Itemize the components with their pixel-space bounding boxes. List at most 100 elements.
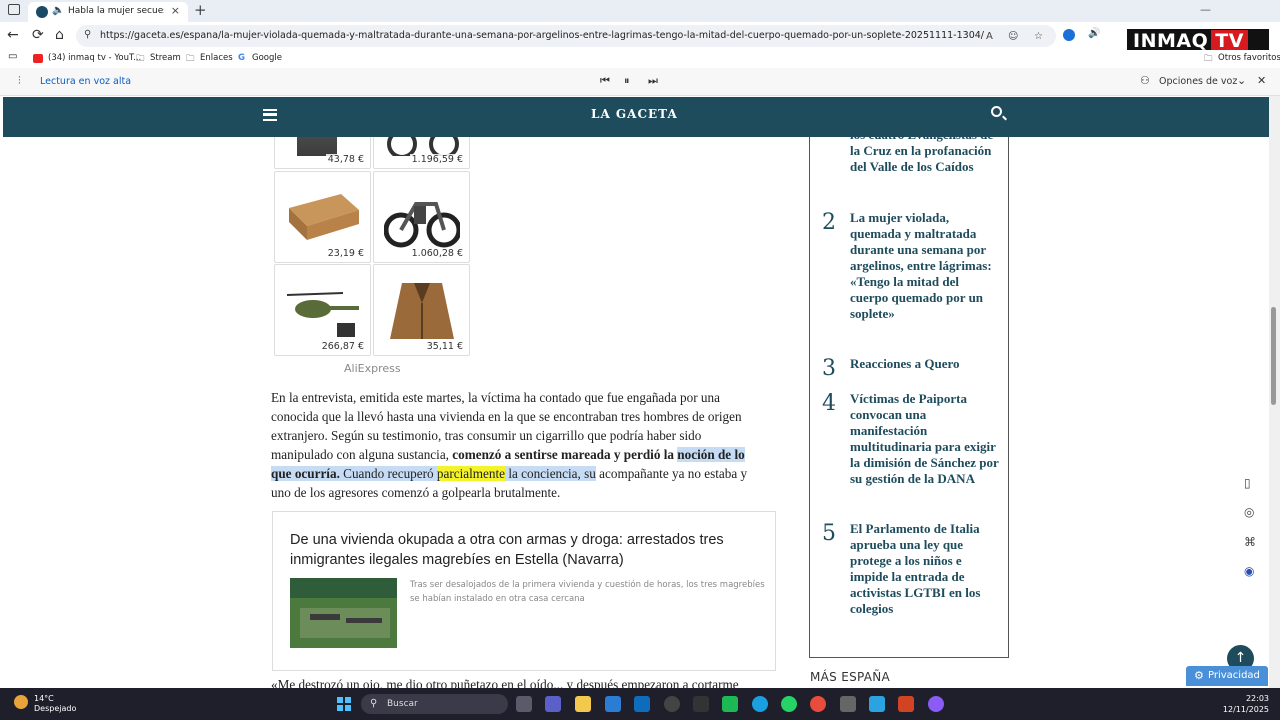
address-bar[interactable]: ⚲ https://gaceta.es/espana/la-mujer-viol… xyxy=(76,25,1056,47)
browser-tab[interactable]: 🔈 Habla la mujer secuestrada, × xyxy=(28,2,188,22)
edge-icon[interactable] xyxy=(752,696,768,712)
whatsapp-icon[interactable] xyxy=(781,696,797,712)
tab-actions-icon[interactable] xyxy=(8,4,20,15)
related-article-title[interactable]: De una vivienda okupada a otra con armas… xyxy=(290,530,760,570)
read-aloud-icon: ⫶ xyxy=(18,74,21,87)
other-favorites[interactable]: Otros favoritos xyxy=(1218,53,1280,63)
file-explorer-icon[interactable] xyxy=(575,696,591,712)
read-aloud-icon[interactable]: A xyxy=(986,31,993,42)
new-tab-button[interactable]: + xyxy=(194,1,207,19)
taskbar: 14°C Despejado ⚲ Buscar 22:03 12/11/2025 xyxy=(0,688,1280,720)
bookmark-enlaces[interactable]: Enlaces xyxy=(200,53,233,63)
bookmark-youtube[interactable]: (34) inmaq tv - YouT... xyxy=(48,53,141,63)
previous-icon[interactable]: ⏮ xyxy=(600,74,610,88)
paragraph-highlight: Cuando recuperó xyxy=(339,465,437,481)
bookmark-stream[interactable]: Stream xyxy=(150,53,181,63)
folder-icon: 🗀 xyxy=(186,54,195,64)
paragraph-bold: comenzó a sentirse mareada y perdió la xyxy=(452,446,674,462)
copilot-icon[interactable]: ◎ xyxy=(1244,505,1254,519)
google-icon: G xyxy=(238,53,245,63)
chrome-icon[interactable] xyxy=(810,696,826,712)
telegram-icon[interactable] xyxy=(869,696,885,712)
speaker-icon[interactable]: 🔊 xyxy=(1088,28,1100,39)
task-view-icon[interactable] xyxy=(516,696,532,712)
tab-strip: 🔈 Habla la mujer secuestrada, × + — xyxy=(0,0,1280,22)
product-card[interactable]: 1.196,59 € xyxy=(373,137,470,169)
app-icon[interactable] xyxy=(664,696,680,712)
chevron-down-icon[interactable]: ⌄ xyxy=(1237,74,1246,87)
weather-condition: Despejado xyxy=(34,704,77,713)
voice-icon: ⚇ xyxy=(1140,74,1150,87)
minimize-button[interactable]: — xyxy=(1200,3,1211,16)
outlook-icon[interactable] xyxy=(634,696,650,712)
product-card[interactable]: 23,19 € xyxy=(274,171,371,263)
apps-icon[interactable]: ⌘ xyxy=(1244,535,1256,549)
most-read-item[interactable]: los cuatro Evangelistas de la Cruz en la… xyxy=(850,137,1000,175)
product-card[interactable]: 43,78 € xyxy=(274,137,371,169)
store-icon[interactable] xyxy=(605,696,621,712)
search-icon: ⚲ xyxy=(370,698,378,709)
site-logo[interactable]: LA GACETA xyxy=(591,107,678,121)
pause-icon[interactable]: ⏸ xyxy=(624,74,630,88)
site-info-icon[interactable]: ⚲ xyxy=(84,29,91,40)
menu-icon[interactable] xyxy=(263,109,277,121)
app-icon[interactable] xyxy=(693,696,709,712)
powerpoint-icon[interactable] xyxy=(898,696,914,712)
teams-icon[interactable] xyxy=(545,696,561,712)
search-icon[interactable] xyxy=(991,106,1002,117)
scrollbar-thumb[interactable] xyxy=(1271,307,1276,405)
voice-options-button[interactable]: Opciones de voz xyxy=(1159,76,1237,87)
most-read-item[interactable]: El Parlamento de Italia aprueba una ley … xyxy=(850,521,1000,617)
read-aloud-current-word: parcialmente xyxy=(436,465,506,481)
most-read-item[interactable]: La mujer violada, quemada y maltratada d… xyxy=(850,210,1000,322)
most-read-panel: los cuatro Evangelistas de la Cruz en la… xyxy=(809,137,1009,658)
section-heading[interactable]: MÁS ESPAÑA xyxy=(810,670,890,684)
aliexpress-label[interactable]: AliExpress xyxy=(344,362,401,375)
article-paragraph: En la entrevista, emitida este martes, l… xyxy=(271,389,766,502)
start-button[interactable] xyxy=(337,697,351,711)
home-icon[interactable]: ⌂ xyxy=(55,27,64,43)
product-image xyxy=(384,273,460,343)
article-paragraph: «Me destrozó un ojo, me dio otro puñetaz… xyxy=(271,677,739,688)
most-read-number: 4 xyxy=(822,391,836,416)
collections-icon[interactable]: ▭ xyxy=(8,51,17,62)
most-read-item[interactable]: Reacciones a Quero xyxy=(850,356,1000,372)
watermark-brand: INMAQ xyxy=(1133,30,1209,52)
product-card[interactable]: 35,11 € xyxy=(373,264,470,356)
refresh-button[interactable]: ⟳ xyxy=(32,27,44,43)
folder-icon: 🗀 xyxy=(136,54,145,64)
bookmark-google[interactable]: Google xyxy=(252,53,282,63)
product-card[interactable]: 266,87 € xyxy=(274,264,371,356)
privacy-button[interactable]: ⚙ Privacidad xyxy=(1186,666,1268,686)
most-read-number: 5 xyxy=(822,521,836,546)
read-aloud-bar: ⫶ Lectura en voz alta ⏮ ⏸ ⏭ ⚇ Opciones d… xyxy=(0,68,1280,96)
back-button[interactable]: ← xyxy=(7,27,19,43)
app-icon[interactable] xyxy=(928,696,944,712)
product-price: 23,19 € xyxy=(325,248,366,259)
system-clock[interactable]: 22:03 12/11/2025 xyxy=(1219,693,1269,715)
youtube-icon xyxy=(33,54,43,63)
tab-title: Habla la mujer secuestrada, xyxy=(68,6,164,16)
site-favicon-icon xyxy=(36,6,48,18)
assistant-icon[interactable]: ◉ xyxy=(1244,564,1254,578)
related-article-card[interactable]: De una vivienda okupada a otra con armas… xyxy=(272,511,776,671)
clock-date: 12/11/2025 xyxy=(1222,705,1269,714)
next-icon[interactable]: ⏭ xyxy=(648,74,658,88)
search-placeholder: Buscar xyxy=(387,699,418,709)
bookmarks-bar: ▭ (34) inmaq tv - YouT... 🗀 Stream 🗀 Enl… xyxy=(0,50,1280,68)
product-card[interactable]: 1.060,28 € xyxy=(373,171,470,263)
favorite-star-icon[interactable]: ☆ xyxy=(1034,31,1043,42)
taskbar-search[interactable]: ⚲ Buscar xyxy=(361,694,508,714)
reading-view-icon[interactable]: ▯ xyxy=(1244,476,1251,490)
extension-icon[interactable] xyxy=(1063,29,1075,41)
close-icon[interactable]: ✕ xyxy=(1257,74,1266,87)
paragraph-highlight: la conciencia, su xyxy=(505,465,596,481)
camtasia-icon[interactable] xyxy=(722,696,738,712)
most-read-item[interactable]: Víctimas de Paiporta convocan una manife… xyxy=(850,391,1000,487)
speaker-icon[interactable]: 🔈 xyxy=(52,5,64,16)
related-article-image[interactable] xyxy=(290,578,397,648)
emoji-icon[interactable]: ☺ xyxy=(1008,31,1018,42)
app-icon[interactable] xyxy=(840,696,856,712)
product-image xyxy=(285,273,361,343)
tab-close-button[interactable]: × xyxy=(171,4,180,17)
